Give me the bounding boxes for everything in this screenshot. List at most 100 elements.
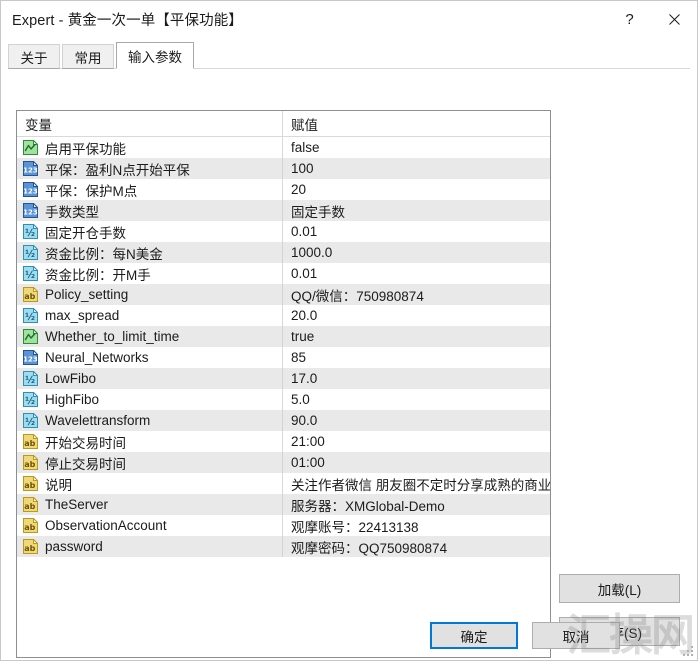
tab-common-label: 常用 bbox=[74, 50, 102, 66]
tab-strip: 关于 常用 输入参数 bbox=[8, 42, 196, 69]
parameter-name-label: 资金比例：每N美金 bbox=[45, 246, 163, 262]
tab-common[interactable]: 常用 bbox=[62, 44, 114, 69]
load-button[interactable]: 加载(L) bbox=[559, 574, 680, 603]
parameter-name-cell: ½ HighFibo bbox=[17, 389, 282, 410]
close-button[interactable] bbox=[652, 1, 697, 37]
table-row[interactable]: ab TheServer 服务器：XMGlobal-Demo bbox=[17, 494, 550, 515]
table-row[interactable]: ½ max_spread 20.0 bbox=[17, 305, 550, 326]
parameter-value-cell[interactable]: true bbox=[282, 326, 550, 347]
parameter-value-cell[interactable]: 5.0 bbox=[282, 389, 550, 410]
parameter-value-cell[interactable]: false bbox=[282, 137, 550, 158]
int-icon: 123 bbox=[23, 350, 38, 365]
parameter-name-label: 资金比例：开M手 bbox=[45, 267, 151, 283]
table-row[interactable]: 123 Neural_Networks 85 bbox=[17, 347, 550, 368]
string-icon: ab bbox=[23, 497, 38, 512]
table-row[interactable]: 123 平保：盈利N点开始平保 100 bbox=[17, 158, 550, 179]
string-icon: ab bbox=[23, 539, 38, 554]
svg-text:ab: ab bbox=[24, 439, 35, 448]
table-row[interactable]: Whether_to_limit_time true bbox=[17, 326, 550, 347]
table-row[interactable]: ½ Wavelettransform 90.0 bbox=[17, 410, 550, 431]
parameter-name-cell: ab 说明 bbox=[17, 473, 282, 494]
parameter-value-cell[interactable]: 17.0 bbox=[282, 368, 550, 389]
double-icon: ½ bbox=[23, 308, 38, 323]
parameter-name-cell: ab TheServer bbox=[17, 494, 282, 515]
parameter-name-cell: ab 停止交易时间 bbox=[17, 452, 282, 473]
parameter-value-cell[interactable]: 90.0 bbox=[282, 410, 550, 431]
parameter-name-label: 停止交易时间 bbox=[45, 456, 126, 472]
parameter-name-cell: Whether_to_limit_time bbox=[17, 326, 282, 347]
parameter-name-label: password bbox=[45, 539, 103, 554]
parameter-value-cell[interactable]: 20 bbox=[282, 179, 550, 200]
svg-text:½: ½ bbox=[25, 312, 35, 323]
parameter-name-cell: ½ 资金比例：开M手 bbox=[17, 263, 282, 284]
parameter-name-label: ObservationAccount bbox=[45, 518, 167, 533]
parameter-value-cell[interactable]: 固定手数 bbox=[282, 200, 550, 221]
tab-about-label: 关于 bbox=[20, 50, 48, 66]
parameter-value-cell[interactable]: 21:00 bbox=[282, 431, 550, 452]
table-row[interactable]: ab ObservationAccount 观摩账号：22413138 bbox=[17, 515, 550, 536]
parameter-name-label: 固定开仓手数 bbox=[45, 225, 126, 241]
parameter-value-cell[interactable]: 0.01 bbox=[282, 221, 550, 242]
expert-properties-dialog: Expert - 黄金一次一单【平保功能】 ? 关于 常用 输入参数 变量 赋值… bbox=[0, 0, 698, 661]
parameters-table[interactable]: 变量 赋值 启用平保功能 false 123 平保：盈利N点开始平保 100 123 平保：… bbox=[16, 110, 551, 658]
parameter-name-label: 手数类型 bbox=[45, 204, 99, 220]
tab-inputs-label: 输入参数 bbox=[128, 49, 182, 65]
parameter-value-cell[interactable]: 1000.0 bbox=[282, 242, 550, 263]
parameter-value-cell[interactable]: 01:00 bbox=[282, 452, 550, 473]
parameter-value-cell[interactable]: 0.01 bbox=[282, 263, 550, 284]
table-row[interactable]: ½ HighFibo 5.0 bbox=[17, 389, 550, 410]
parameter-value-cell[interactable]: 观摩密码：QQ750980874 bbox=[282, 536, 550, 557]
parameter-value-cell[interactable]: 85 bbox=[282, 347, 550, 368]
table-row[interactable]: 启用平保功能 false bbox=[17, 137, 550, 158]
parameter-value-cell[interactable]: 服务器：XMGlobal-Demo bbox=[282, 494, 550, 515]
column-header-value: 赋值 bbox=[282, 111, 550, 137]
svg-text:123: 123 bbox=[23, 166, 38, 174]
table-row[interactable]: ab 停止交易时间 01:00 bbox=[17, 452, 550, 473]
tab-about[interactable]: 关于 bbox=[8, 44, 60, 69]
parameter-name-label: Wavelettransform bbox=[45, 413, 151, 428]
svg-text:ab: ab bbox=[24, 523, 35, 532]
parameter-name-label: HighFibo bbox=[45, 392, 100, 407]
string-icon: ab bbox=[23, 287, 38, 302]
column-header-variable: 变量 bbox=[25, 117, 52, 133]
table-row[interactable]: 123 平保：保护M点 20 bbox=[17, 179, 550, 200]
table-row[interactable]: ½ 固定开仓手数 0.01 bbox=[17, 221, 550, 242]
help-button[interactable]: ? bbox=[607, 1, 652, 37]
table-body: 启用平保功能 false 123 平保：盈利N点开始平保 100 123 平保：保护M点 20… bbox=[17, 137, 550, 557]
parameter-value-cell[interactable]: 20.0 bbox=[282, 305, 550, 326]
table-row[interactable]: ab Policy_setting QQ/微信：750980874 bbox=[17, 284, 550, 305]
string-icon: ab bbox=[23, 455, 38, 470]
table-row[interactable]: ab 说明 关注作者微信 朋友圈不定时分享成熟的商业EA bbox=[17, 473, 550, 494]
parameter-name-cell: 123 Neural_Networks bbox=[17, 347, 282, 368]
double-icon: ½ bbox=[23, 224, 38, 239]
parameter-name-label: 开始交易时间 bbox=[45, 435, 126, 451]
string-icon: ab bbox=[23, 434, 38, 449]
parameter-value-cell[interactable]: 关注作者微信 朋友圈不定时分享成熟的商业EA bbox=[282, 473, 550, 494]
table-row[interactable]: ½ 资金比例：每N美金 1000.0 bbox=[17, 242, 550, 263]
parameter-name-cell: ab ObservationAccount bbox=[17, 515, 282, 536]
table-row[interactable]: 123 手数类型 固定手数 bbox=[17, 200, 550, 221]
double-icon: ½ bbox=[23, 245, 38, 260]
ok-button[interactable]: 确定 bbox=[430, 622, 518, 649]
parameter-value-cell[interactable]: 观摩账号：22413138 bbox=[282, 515, 550, 536]
parameter-value-cell[interactable]: 100 bbox=[282, 158, 550, 179]
double-icon: ½ bbox=[23, 371, 38, 386]
parameter-name-cell: 123 平保：盈利N点开始平保 bbox=[17, 158, 282, 179]
svg-text:123: 123 bbox=[23, 355, 38, 363]
table-row[interactable]: ½ LowFibo 17.0 bbox=[17, 368, 550, 389]
svg-text:ab: ab bbox=[24, 460, 35, 469]
cancel-button[interactable]: 取消 bbox=[532, 622, 620, 649]
parameter-name-label: Whether_to_limit_time bbox=[45, 329, 180, 344]
table-row[interactable]: ½ 资金比例：开M手 0.01 bbox=[17, 263, 550, 284]
table-row[interactable]: ab 开始交易时间 21:00 bbox=[17, 431, 550, 452]
tab-inputs[interactable]: 输入参数 bbox=[116, 42, 194, 69]
parameter-name-cell: ½ Wavelettransform bbox=[17, 410, 282, 431]
close-icon bbox=[669, 13, 680, 25]
cancel-button-label: 取消 bbox=[562, 629, 590, 645]
parameter-name-label: 平保：保护M点 bbox=[45, 183, 138, 199]
parameter-value-cell[interactable]: QQ/微信：750980874 bbox=[282, 284, 550, 305]
string-icon: ab bbox=[23, 518, 38, 533]
svg-text:½: ½ bbox=[25, 396, 35, 407]
svg-text:½: ½ bbox=[25, 249, 35, 260]
table-row[interactable]: ab password 观摩密码：QQ750980874 bbox=[17, 536, 550, 557]
